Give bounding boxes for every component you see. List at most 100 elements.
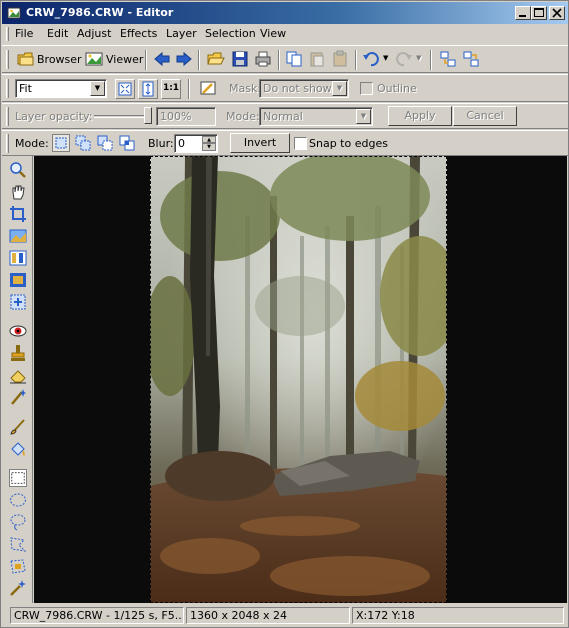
redo-icon[interactable] [395,50,413,68]
chevron-down-icon[interactable]: ▼ [332,81,347,96]
spin-down-icon[interactable]: ▼ [202,143,216,151]
zoom-value: Fit [19,82,32,95]
toolbar-grip[interactable] [6,107,9,126]
paste-icon[interactable] [308,50,326,68]
chevron-down-icon[interactable]: ▼ [90,81,105,96]
open-folder-icon[interactable] [207,50,225,68]
selection-new-icon[interactable] [52,134,70,152]
fit-window-button[interactable] [115,79,135,99]
title-bar[interactable]: CRW_7986.CRW - Editor [2,2,568,24]
minimize-button[interactable] [515,6,531,20]
minimize-icon [519,15,526,17]
toolbar-separator [430,50,432,70]
close-button[interactable] [549,6,565,20]
invert-button[interactable]: Invert [230,133,290,153]
layer-arrange-icon[interactable] [462,50,480,68]
rectangle-select-icon[interactable] [9,469,27,487]
viewer-icon [85,50,103,68]
mask-label: Mask: [229,82,262,95]
outline-checkbox[interactable] [360,82,373,95]
browser-button[interactable]: Browser [37,53,82,66]
browser-icon [17,50,35,68]
clone-stamp-icon[interactable] [9,344,27,362]
toolbar-grip[interactable] [6,79,9,98]
menu-adjust[interactable]: Adjust [77,27,111,40]
mask-select[interactable]: Do not show ▼ [259,79,349,98]
outline-label: Outline [377,82,417,95]
selection-add-icon[interactable] [74,134,92,152]
adjust-image-icon[interactable] [9,227,27,245]
toolbar-separator [188,79,190,99]
menu-file[interactable]: File [15,27,33,40]
menu-effects[interactable]: Effects [120,27,157,40]
magnetic-lasso-icon[interactable] [9,557,27,575]
status-bar: CRW_7986.CRW - 1/125 s, F5.... 1360 x 20… [2,604,568,627]
ellipse-select-icon[interactable] [9,491,27,509]
spin-up-icon[interactable]: ▲ [202,136,216,143]
magic-wand-icon[interactable] [9,579,27,597]
maximize-button[interactable] [531,6,547,20]
menu-view[interactable]: View [260,27,286,40]
polygon-lasso-icon[interactable] [9,535,27,553]
snap-to-edges-checkbox[interactable] [294,137,307,150]
image-canvas[interactable] [34,156,567,603]
blur-spinner[interactable]: 0 ▲ ▼ [174,134,218,153]
menubar-grip[interactable] [6,27,9,41]
actual-size-button[interactable]: 1:1 [161,79,181,99]
frame-tool-icon[interactable] [9,271,27,289]
levels-tool-icon[interactable] [9,249,27,267]
menu-selection[interactable]: Selection [205,27,256,40]
apply-button[interactable]: Apply [388,106,452,126]
forward-arrow-icon[interactable] [175,50,193,68]
menu-layer[interactable]: Layer [166,27,197,40]
blend-mode-select[interactable]: Normal ▼ [259,107,373,126]
menu-bar: File Edit Adjust Effects Layer Selection… [2,24,568,44]
zoom-select[interactable]: Fit ▼ [15,79,107,98]
eraser-tool-icon[interactable] [9,366,27,384]
selection-mode-label: Mode: [15,137,49,150]
selection-subtract-icon[interactable] [96,134,114,152]
fill-bucket-icon[interactable] [9,440,27,458]
snap-to-edges-label: Snap to edges [309,137,388,150]
fit-height-button[interactable] [138,79,158,99]
red-eye-tool-icon[interactable] [9,322,27,340]
tool-palette [2,156,33,603]
lasso-select-icon[interactable] [9,513,27,531]
chevron-down-icon[interactable]: ▼ [356,109,371,124]
copy-icon[interactable] [285,50,303,68]
undo-icon[interactable] [362,50,380,68]
undo-dropdown-icon[interactable]: ▼ [383,54,388,62]
toolbar-grip[interactable] [6,134,9,153]
toolbar-grip[interactable] [6,50,9,69]
layers-icon[interactable] [439,50,457,68]
opacity-field[interactable]: 100% [156,107,216,126]
brush-tool-icon[interactable] [9,418,27,436]
toolbar-separator [355,50,357,70]
opacity-slider-thumb[interactable] [144,107,152,124]
viewer-button[interactable]: Viewer [106,53,143,66]
editor-window: CRW_7986.CRW - Editor File Edit Adjust E… [0,0,569,628]
status-dimensions: 1360 x 2048 x 24 [186,607,350,624]
print-icon[interactable] [254,50,272,68]
toolbar-separator [278,50,280,70]
layer-opacity-label: Layer opacity: [15,110,93,123]
blend-mode-label: Mode: [226,110,260,123]
selection-intersect-icon[interactable] [118,134,136,152]
layer-toolbar: Layer opacity: 100% Mode: Normal ▼ Apply… [2,103,568,129]
magic-brush-icon[interactable] [9,388,27,406]
transform-tool-icon[interactable] [9,293,27,311]
hand-tool-icon[interactable] [9,183,27,201]
crop-tool-icon[interactable] [9,205,27,223]
paste-special-icon[interactable] [331,50,349,68]
cancel-button[interactable]: Cancel [453,106,517,126]
maximize-icon [534,8,544,17]
selection-marquee[interactable] [150,156,447,603]
window-title: CRW_7986.CRW - Editor [26,6,174,19]
close-icon [552,8,562,18]
redo-dropdown-icon[interactable]: ▼ [416,54,421,62]
back-arrow-icon[interactable] [153,50,171,68]
zoom-tool-icon[interactable] [9,161,27,179]
save-icon[interactable] [231,50,249,68]
mask-brush-icon[interactable] [199,79,217,97]
menu-edit[interactable]: Edit [47,27,68,40]
